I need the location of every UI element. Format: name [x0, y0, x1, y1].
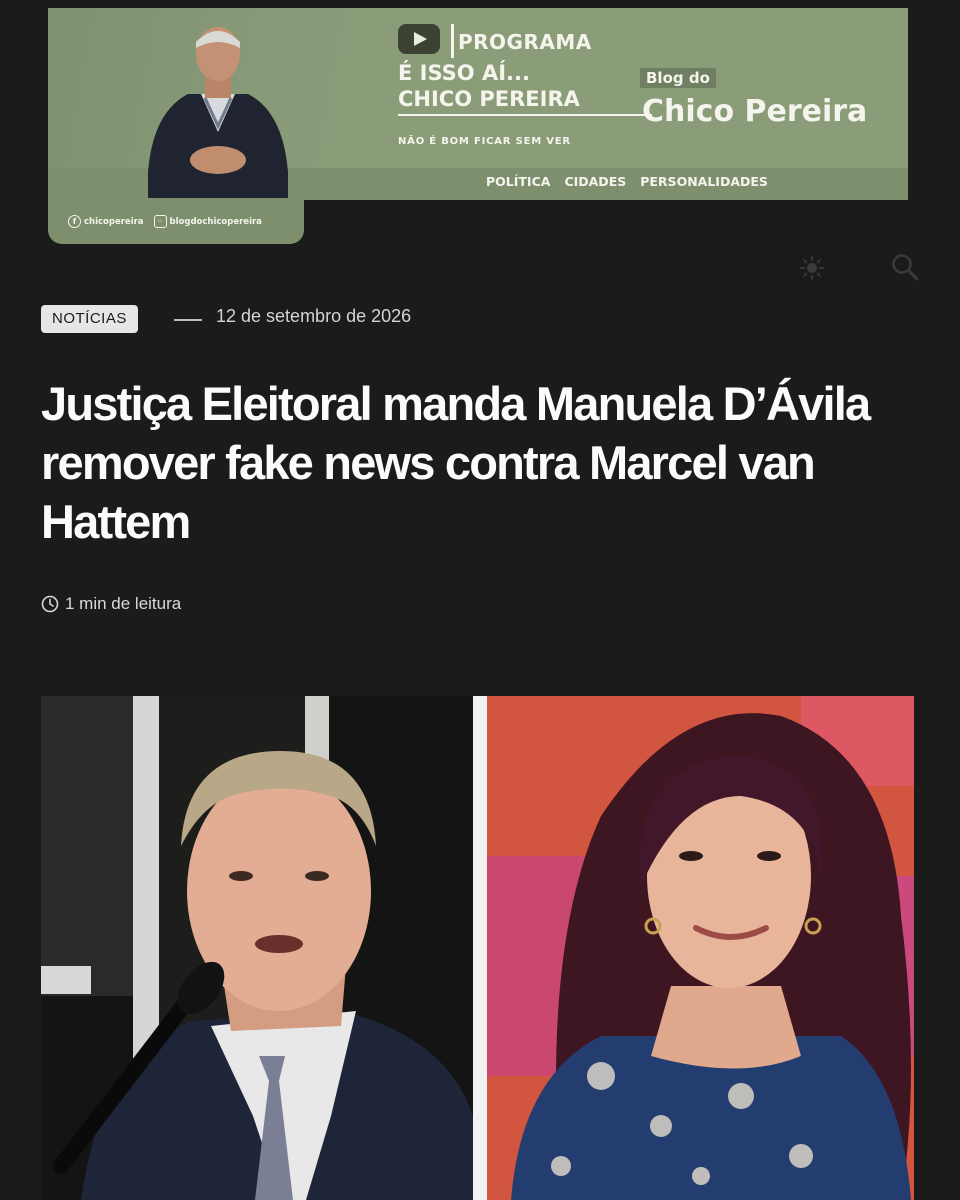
social-facebook[interactable]: f chicopereira	[68, 214, 144, 228]
publish-date: 12 de setembro de 2026	[216, 306, 412, 326]
instagram-handle: blogdochicopereira	[169, 216, 262, 227]
sun-icon[interactable]	[800, 256, 824, 280]
program-label-bar	[451, 24, 454, 58]
program-title-line1: É ISSO AÍ...	[398, 61, 530, 85]
read-time: 1 min de leitura	[41, 594, 181, 614]
search-icon[interactable]	[890, 252, 920, 282]
nav-item-cidades[interactable]: CIDADES	[564, 174, 626, 189]
facebook-handle: chicopereira	[84, 216, 144, 227]
site-header-banner[interactable]: PROGRAMA É ISSO AÍ... CHICO PEREIRA NÃO …	[48, 8, 908, 200]
host-portrait	[148, 27, 288, 200]
featured-image[interactable]	[41, 696, 914, 1200]
instagram-icon: ◦	[153, 214, 167, 228]
social-links-tab: f chicopereira ◦ blogdochicopereira	[48, 198, 304, 244]
read-time-label: 1 min de leitura	[65, 594, 182, 613]
nav-item-politica[interactable]: POLÍTICA	[486, 174, 550, 189]
article-title: Justiça Eleitoral manda Manuela D’Ávila …	[41, 377, 871, 548]
program-tagline: NÃO É BOM FICAR SEM VER	[398, 136, 571, 147]
meta-separator	[174, 319, 202, 321]
featured-image-illustration	[41, 696, 914, 1200]
main-nav: POLÍTICA CIDADES PERSONALIDADES	[486, 174, 768, 189]
facebook-icon: f	[68, 214, 81, 228]
blog-prefix: Blog do	[640, 68, 716, 88]
blog-logo-text[interactable]: Chico Pereira	[642, 94, 867, 129]
nav-item-personalidades[interactable]: PERSONALIDADES	[640, 174, 768, 189]
category-badge[interactable]: NOTÍCIAS	[41, 305, 138, 333]
program-title[interactable]: É ISSO AÍ... CHICO PEREIRA	[398, 60, 658, 116]
youtube-play-icon[interactable]	[398, 24, 440, 54]
clock-icon	[41, 595, 59, 613]
social-instagram[interactable]: ◦ blogdochicopereira	[153, 214, 262, 228]
program-title-line2: CHICO PEREIRA	[398, 86, 652, 116]
program-label: PROGRAMA	[458, 30, 592, 54]
